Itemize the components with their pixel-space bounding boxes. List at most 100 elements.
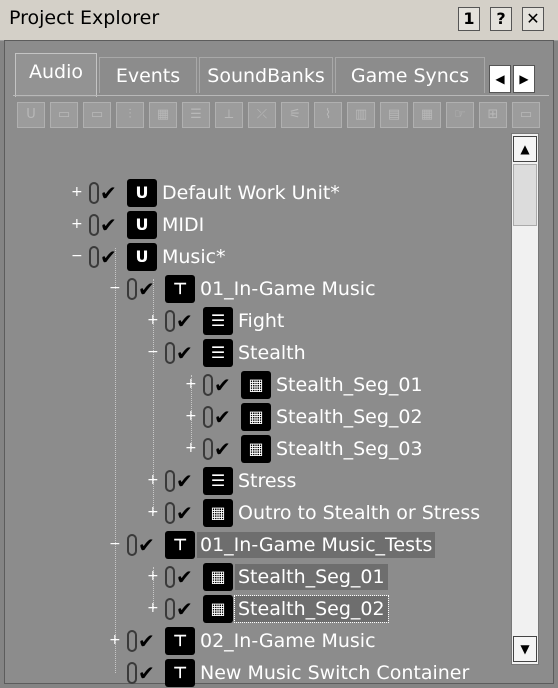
- close-button[interactable]: ✕: [522, 7, 544, 31]
- sound-voice-icon[interactable]: ⌇: [314, 102, 342, 128]
- tree-item-label[interactable]: 01_In-Game Music: [197, 276, 379, 302]
- music-switch-icon[interactable]: ▥: [347, 102, 375, 128]
- folder-icon[interactable]: ▭: [50, 102, 78, 128]
- include-checkbox[interactable]: ✔: [89, 246, 123, 270]
- tree-item-label[interactable]: MIDI: [159, 212, 207, 238]
- random-container-icon[interactable]: ▦: [149, 102, 177, 128]
- tree-item-label[interactable]: Stealth_Seg_02: [234, 595, 389, 623]
- include-checkbox[interactable]: ✔: [165, 598, 199, 622]
- include-checkbox[interactable]: ✔: [203, 406, 237, 430]
- expand-icon[interactable]: +: [147, 505, 159, 519]
- tree-row[interactable]: − ✔ U Music*: [5, 241, 505, 271]
- vertical-scrollbar[interactable]: ▲ ▼: [511, 133, 539, 665]
- tree-item-label[interactable]: Stealth_Seg_03: [273, 436, 426, 462]
- collapse-icon[interactable]: −: [109, 281, 121, 295]
- include-checkbox[interactable]: ✔: [165, 310, 199, 334]
- tree-row[interactable]: + ✔ ▦ Stealth_Seg_01: [5, 369, 505, 399]
- link-icon: [203, 438, 213, 460]
- tree-row[interactable]: − ✔ ⊤ 01_In-Game Music_Tests: [5, 529, 505, 559]
- tree-item-label[interactable]: Stealth: [235, 340, 309, 366]
- actor-mixer-icon[interactable]: ⫶: [116, 102, 144, 128]
- include-checkbox[interactable]: ✔: [165, 470, 199, 494]
- tree-row[interactable]: + ✔ ▦ Outro to Stealth or Stress: [5, 497, 505, 527]
- scroll-thumb[interactable]: [513, 164, 537, 226]
- include-checkbox[interactable]: ✔: [127, 662, 161, 686]
- tab-game-syncs[interactable]: Game Syncs: [335, 57, 485, 93]
- tree-item-label[interactable]: 01_In-Game Music_Tests: [197, 532, 436, 558]
- expand-icon[interactable]: +: [71, 217, 83, 231]
- include-checkbox[interactable]: ✔: [89, 182, 123, 206]
- checkmark-icon: ✔: [100, 213, 117, 237]
- tree-item-label[interactable]: 02_In-Game Music: [197, 628, 379, 654]
- tree-row[interactable]: + ✔ ☰ Fight: [5, 305, 505, 335]
- tree-item-label[interactable]: New Music Switch Container: [197, 660, 472, 686]
- tree-row[interactable]: + ✔ ☰ Stress: [5, 465, 505, 495]
- tree-item-label[interactable]: Stealth_Seg_01: [273, 372, 426, 398]
- expand-icon[interactable]: +: [71, 185, 83, 199]
- include-checkbox[interactable]: ✔: [127, 534, 161, 558]
- tree-row[interactable]: + ✔ U MIDI: [5, 209, 505, 239]
- expand-icon[interactable]: +: [147, 601, 159, 615]
- help-button[interactable]: ?: [490, 7, 512, 31]
- virtual-folder-icon[interactable]: ▭: [83, 102, 111, 128]
- tree-row[interactable]: − ✔ ☰ Stealth: [5, 337, 505, 367]
- work-unit-icon[interactable]: U: [17, 102, 45, 128]
- tree-item-label[interactable]: Stress: [235, 468, 299, 494]
- expand-icon[interactable]: +: [185, 377, 197, 391]
- tree-row[interactable]: + ✔ U Default Work Unit*: [5, 177, 505, 207]
- include-checkbox[interactable]: ✔: [203, 438, 237, 462]
- pin-button[interactable]: 1: [458, 7, 480, 31]
- expand-icon[interactable]: +: [109, 633, 121, 647]
- link-icon: [165, 502, 175, 524]
- collapse-icon[interactable]: −: [147, 345, 159, 359]
- switch-container-icon[interactable]: ⟂: [215, 102, 243, 128]
- sequence-container-icon[interactable]: ☰: [182, 102, 210, 128]
- aux-bus-icon[interactable]: ▭: [512, 102, 540, 128]
- tree-item-label[interactable]: Music*: [159, 244, 229, 270]
- music-switch-container-icon: ⊤: [165, 659, 195, 687]
- music-track-icon[interactable]: ☞: [446, 102, 474, 128]
- include-checkbox[interactable]: ✔: [127, 278, 161, 302]
- sound-sfx-icon[interactable]: ⚟: [281, 102, 309, 128]
- tree-item-label[interactable]: Outro to Stealth or Stress: [235, 500, 483, 526]
- tab-audio[interactable]: Audio: [15, 53, 97, 97]
- expand-icon[interactable]: +: [147, 313, 159, 327]
- work-unit-icon: U: [127, 211, 157, 239]
- expand-icon[interactable]: +: [185, 441, 197, 455]
- collapse-icon[interactable]: −: [71, 249, 83, 263]
- music-segment-icon[interactable]: ▦: [413, 102, 441, 128]
- tree-row[interactable]: − ✔ ⊤ 01_In-Game Music: [5, 273, 505, 303]
- include-checkbox[interactable]: ✔: [203, 374, 237, 398]
- tab-scroll-left-button[interactable]: ◀: [489, 65, 511, 93]
- tree-row[interactable]: + ✔ ⊤ 02_In-Game Music: [5, 625, 505, 655]
- tree-row[interactable]: + ✔ ▦ Stealth_Seg_02: [5, 593, 505, 623]
- checkmark-icon: ✔: [176, 309, 193, 333]
- include-checkbox[interactable]: ✔: [165, 566, 199, 590]
- blend-container-icon[interactable]: ⤫: [248, 102, 276, 128]
- tree-row[interactable]: + ✔ ▦ Stealth_Seg_03: [5, 433, 505, 463]
- music-playlist-icon[interactable]: ▤: [380, 102, 408, 128]
- expand-icon[interactable]: +: [147, 569, 159, 583]
- tree-row[interactable]: ✔ ⊤ New Music Switch Container: [5, 657, 505, 687]
- include-checkbox[interactable]: ✔: [89, 214, 123, 238]
- include-checkbox[interactable]: ✔: [165, 342, 199, 366]
- scroll-up-button[interactable]: ▲: [513, 136, 537, 162]
- include-checkbox[interactable]: ✔: [127, 630, 161, 654]
- expand-icon[interactable]: +: [185, 409, 197, 423]
- tree-item-label[interactable]: Stealth_Seg_01: [235, 564, 388, 590]
- expand-icon[interactable]: +: [147, 473, 159, 487]
- collapse-icon[interactable]: −: [109, 537, 121, 551]
- include-checkbox[interactable]: ✔: [165, 502, 199, 526]
- scroll-down-button[interactable]: ▼: [513, 636, 537, 662]
- checkmark-icon: ✔: [214, 405, 231, 429]
- bus-icon[interactable]: ⊞: [479, 102, 507, 128]
- tab-soundbanks[interactable]: SoundBanks: [199, 57, 333, 93]
- tree-row[interactable]: + ✔ ▦ Stealth_Seg_01: [5, 561, 505, 591]
- tree-item-label[interactable]: Stealth_Seg_02: [273, 404, 426, 430]
- tree-item-label[interactable]: Fight: [235, 308, 287, 334]
- tree-item-label[interactable]: Default Work Unit*: [159, 180, 343, 206]
- tab-events[interactable]: Events: [99, 57, 197, 93]
- tree-row[interactable]: + ✔ ▦ Stealth_Seg_02: [5, 401, 505, 431]
- tab-scroll-right-button[interactable]: ▶: [513, 65, 535, 93]
- music-switch-container-icon: ⊤: [165, 627, 195, 655]
